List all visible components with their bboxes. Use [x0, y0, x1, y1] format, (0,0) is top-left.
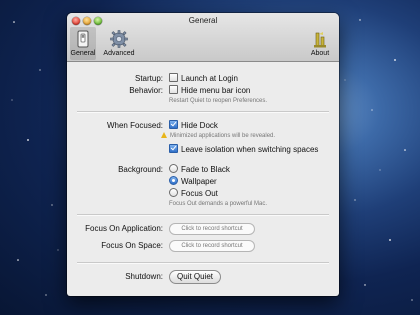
launch-at-login-checkbox[interactable]: Launch at Login	[169, 73, 238, 83]
hide-menu-bar-icon-checkbox[interactable]: Hide menu bar icon	[169, 85, 250, 95]
titlebar: General General Advanced About	[67, 13, 339, 62]
focus-on-space-label: Focus On Space:	[101, 241, 163, 250]
quiet-app-icon	[310, 29, 330, 49]
radio-circle	[169, 188, 178, 197]
focus-on-application-shortcut-field[interactable]: Click to record shortcut	[169, 223, 255, 235]
startup-label: Startup:	[134, 74, 163, 83]
checkbox-box	[169, 144, 178, 153]
minimized-note: Minimized applications will be revealed.	[161, 132, 275, 139]
background-label: Background:	[118, 165, 163, 174]
hide-dock-checkbox[interactable]: Hide Dock	[169, 120, 218, 130]
separator	[77, 262, 329, 264]
separator	[77, 111, 329, 113]
checkbox-box	[169, 120, 178, 129]
radio-circle	[169, 164, 178, 173]
tab-general[interactable]: General	[70, 27, 96, 60]
checkbox-box	[169, 85, 178, 94]
hide-menu-bar-icon-label: Hide menu bar icon	[181, 86, 251, 95]
tab-about[interactable]: About	[307, 29, 333, 57]
preferences-window: General General Advanced About Startup: …	[67, 13, 339, 296]
tab-general-label: General	[70, 50, 96, 57]
warning-icon	[161, 132, 167, 138]
minimized-note-text: Minimized applications will be revealed.	[170, 133, 276, 139]
radio-wallpaper-label: Wallpaper	[181, 177, 217, 186]
quit-quiet-button[interactable]: Quit Quiet	[169, 270, 222, 284]
launch-at-login-label: Launch at Login	[181, 74, 238, 83]
restart-note: Restart Quiet to reopen Preferences.	[169, 98, 268, 104]
window-title: General	[188, 16, 218, 25]
radio-fade-to-black-label: Fade to Black	[181, 165, 230, 174]
gear-icon	[109, 29, 129, 49]
tab-about-label: About	[310, 50, 330, 57]
leave-isolation-label: Leave isolation when switching spaces	[181, 145, 319, 154]
separator	[77, 214, 329, 216]
hide-dock-label: Hide Dock	[181, 121, 218, 130]
leave-isolation-checkbox[interactable]: Leave isolation when switching spaces	[169, 144, 318, 154]
focus-on-application-label: Focus On Application:	[85, 224, 163, 233]
general-switch-icon	[73, 29, 93, 49]
tab-advanced[interactable]: Advanced	[101, 29, 137, 57]
behavior-label: Behavior:	[129, 86, 163, 95]
radio-circle	[169, 176, 178, 185]
radio-wallpaper[interactable]: Wallpaper	[169, 176, 217, 186]
when-focused-label: When Focused:	[106, 121, 163, 130]
focus-out-note: Focus Out demands a powerful Mac.	[169, 201, 268, 207]
radio-fade-to-black[interactable]: Fade to Black	[169, 164, 230, 174]
focus-on-space-shortcut-field[interactable]: Click to record shortcut	[169, 240, 255, 252]
checkbox-box	[169, 73, 178, 82]
tab-advanced-label: Advanced	[103, 50, 135, 57]
radio-focus-out[interactable]: Focus Out	[169, 188, 218, 198]
shutdown-label: Shutdown:	[125, 272, 163, 281]
radio-focus-out-label: Focus Out	[181, 189, 218, 198]
